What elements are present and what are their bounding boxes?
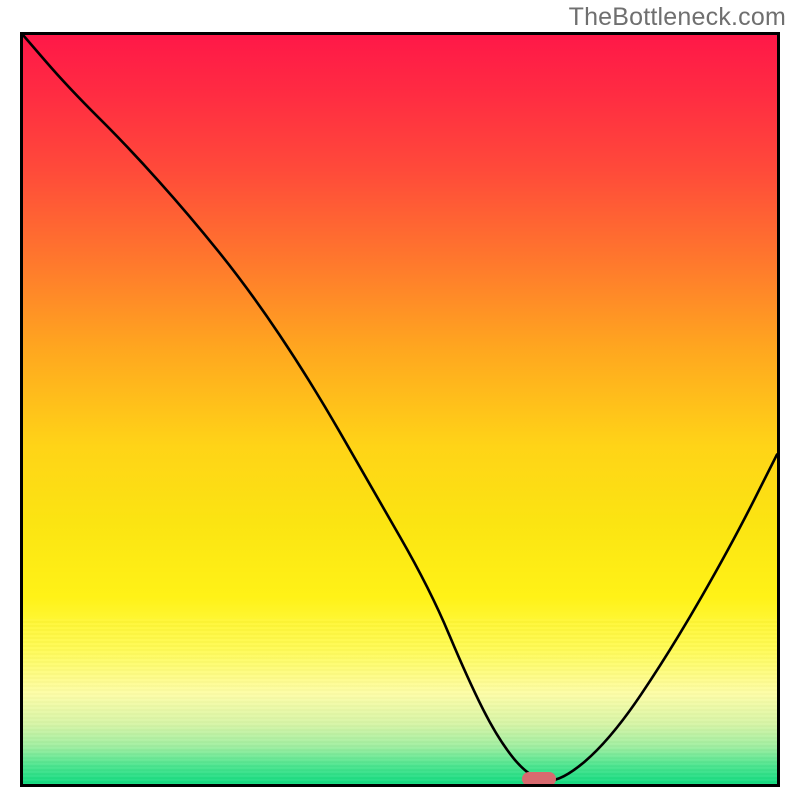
plot-area — [20, 32, 780, 787]
watermark-text: TheBottleneck.com — [569, 3, 786, 32]
chart-stage: TheBottleneck.com — [0, 0, 800, 800]
heat-gradient-bg — [23, 35, 777, 784]
